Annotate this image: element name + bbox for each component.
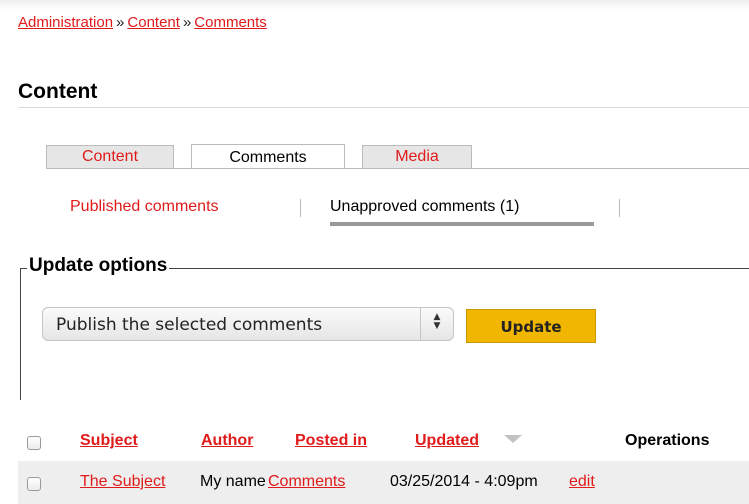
column-header-author[interactable]: Author [201, 432, 253, 450]
subtab-published-comments[interactable]: Published comments [70, 198, 219, 216]
breadcrumb-comments[interactable]: Comments [194, 14, 267, 31]
row-posted-in-link[interactable]: Comments [268, 473, 345, 491]
column-header-posted-in[interactable]: Posted in [295, 432, 367, 450]
breadcrumb-content[interactable]: Content [127, 14, 180, 31]
tabs-divider [46, 168, 749, 169]
row-author: My name [200, 473, 266, 490]
column-header-subject[interactable]: Subject [80, 432, 138, 450]
row-edit-link[interactable]: edit [569, 473, 595, 491]
row-checkbox[interactable] [27, 477, 41, 491]
operation-select[interactable]: Publish the selected comments ▲ ▼ [42, 307, 454, 341]
page-title: Content [18, 80, 98, 103]
tab-media[interactable]: Media [362, 145, 472, 168]
sort-descending-icon [504, 435, 522, 443]
row-updated: 03/25/2014 - 4:09pm [390, 473, 538, 490]
active-subtab-indicator [330, 222, 594, 226]
operation-select-value: Publish the selected comments [56, 315, 323, 335]
tab-content[interactable]: Content [46, 145, 174, 168]
subtab-separator [619, 199, 620, 217]
update-options-legend: Update options [27, 255, 170, 277]
admin-page: Administration» Content» Comments Content … [0, 0, 749, 504]
select-all-checkbox[interactable] [27, 436, 41, 450]
subtab-unapproved-comments[interactable]: Unapproved comments (1) [330, 198, 519, 216]
select-arrows-icon: ▲ ▼ [420, 308, 453, 340]
column-header-operations: Operations [625, 432, 710, 449]
title-divider [18, 107, 749, 108]
tab-comments[interactable]: Comments [191, 144, 345, 169]
column-header-updated[interactable]: Updated [415, 432, 479, 450]
update-button[interactable]: Update [466, 309, 596, 343]
breadcrumb-separator: » [182, 14, 192, 31]
breadcrumb-administration[interactable]: Administration [18, 14, 113, 31]
breadcrumb-separator: » [116, 14, 125, 31]
row-subject-link[interactable]: The Subject [80, 473, 165, 491]
subtab-separator [300, 199, 301, 217]
breadcrumb: Administration» Content» Comments [18, 14, 267, 31]
top-shadow [0, 0, 749, 10]
